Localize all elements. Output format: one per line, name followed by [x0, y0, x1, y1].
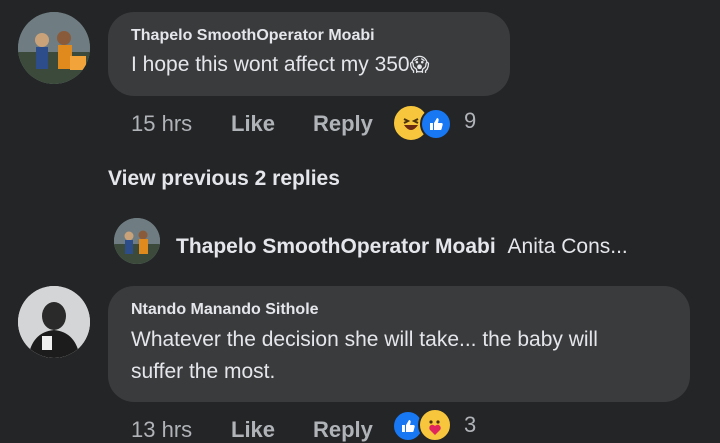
- reply-preview-avatar[interactable]: [114, 218, 160, 264]
- comment-text-1: I hope this wont affect my 350😱: [131, 53, 430, 76]
- reaction-count-2[interactable]: 3: [464, 412, 476, 438]
- like-button-2[interactable]: Like: [231, 417, 275, 443]
- care-reaction-icon: [418, 408, 452, 442]
- comment-text-2-line1: Whatever the decision she will take... t…: [131, 328, 598, 351]
- avatar-photo-icon: [114, 218, 160, 264]
- reply-button-1[interactable]: Reply: [313, 111, 373, 137]
- like-button-1[interactable]: Like: [231, 111, 275, 137]
- comment-text-2-line2: suffer the most.: [131, 360, 276, 383]
- comment-author-2[interactable]: Ntando Manando Sithole: [131, 301, 319, 319]
- reactions-2[interactable]: [392, 408, 454, 442]
- comment-time-2[interactable]: 13 hrs: [131, 417, 192, 443]
- reply-preview[interactable]: Thapelo SmoothOperator Moabi Anita Cons.…: [176, 235, 628, 259]
- scream-emoji: 😱: [409, 55, 430, 76]
- reply-button-2[interactable]: Reply: [313, 417, 373, 443]
- avatar-thapelo[interactable]: [18, 12, 90, 84]
- view-previous-replies-link[interactable]: View previous 2 replies: [108, 167, 340, 191]
- avatar-ntando[interactable]: [18, 286, 90, 358]
- reactions-1[interactable]: [392, 104, 452, 142]
- reaction-count-1[interactable]: 9: [464, 108, 476, 134]
- like-reaction-icon: [420, 108, 452, 140]
- reply-preview-snippet: Anita Cons...: [507, 235, 628, 258]
- reply-preview-author[interactable]: Thapelo SmoothOperator Moabi: [176, 235, 496, 258]
- comment-author-1[interactable]: Thapelo SmoothOperator Moabi: [131, 27, 375, 45]
- avatar-photo-icon: [18, 286, 90, 358]
- avatar-photo-icon: [18, 12, 90, 84]
- comment-time-1[interactable]: 15 hrs: [131, 111, 192, 137]
